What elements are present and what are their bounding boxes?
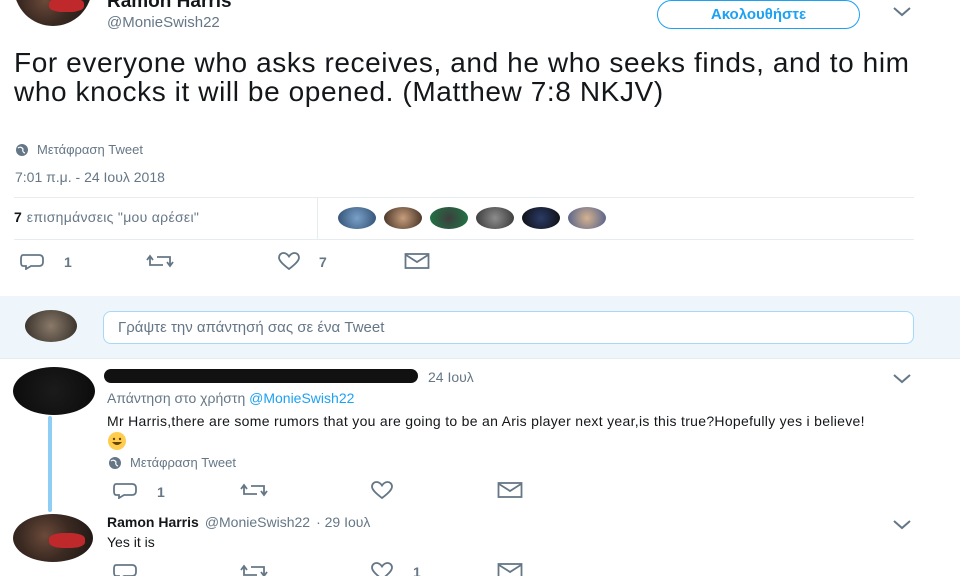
author-handle[interactable]: @MonieSwish22 bbox=[107, 14, 220, 31]
retweet-icon[interactable] bbox=[240, 481, 268, 499]
globe-icon bbox=[108, 456, 122, 470]
current-user-avatar[interactable] bbox=[25, 310, 77, 342]
like-icon[interactable] bbox=[277, 252, 301, 270]
chevron-down-icon[interactable] bbox=[892, 519, 912, 531]
likes-label: επισημάνσεις "μου αρέσει" bbox=[26, 209, 200, 225]
divider bbox=[14, 239, 914, 240]
message-icon[interactable] bbox=[497, 562, 523, 576]
likes-count: 7 bbox=[14, 209, 22, 225]
replying-to-handle[interactable]: @MonieSwish22 bbox=[249, 390, 354, 406]
liker-avatar[interactable] bbox=[568, 207, 606, 229]
divider bbox=[14, 197, 914, 198]
redacted-author-name bbox=[104, 369, 418, 383]
liker-avatar[interactable] bbox=[476, 207, 514, 229]
reply-icon[interactable] bbox=[112, 481, 138, 499]
follow-button-label: Ακολουθήστε bbox=[710, 6, 807, 23]
reply-composer: Γράψτε την απάντησή σας σε ένα Tweet bbox=[0, 296, 960, 358]
translate-tweet-link[interactable]: Μετάφραση Tweet bbox=[108, 455, 236, 470]
reply-author-avatar[interactable] bbox=[13, 367, 95, 415]
replying-to-label: Απάντηση στο χρήστη bbox=[107, 390, 246, 406]
retweet-icon[interactable] bbox=[146, 252, 174, 270]
reply-date[interactable]: · 29 Ιουλ bbox=[316, 514, 370, 530]
reply-icon[interactable] bbox=[112, 562, 138, 576]
liker-avatar[interactable] bbox=[522, 207, 560, 229]
chevron-down-icon[interactable] bbox=[892, 373, 912, 385]
reply-author-avatar[interactable] bbox=[13, 514, 93, 562]
author-name[interactable]: Ramon Harris bbox=[107, 0, 232, 13]
like-count: 1 bbox=[413, 564, 421, 576]
liker-avatar[interactable] bbox=[338, 207, 376, 229]
vertical-divider bbox=[317, 197, 318, 239]
reply-input-placeholder: Γράψτε την απάντησή σας σε ένα Tweet bbox=[118, 319, 385, 336]
message-icon[interactable] bbox=[497, 481, 523, 499]
reply-author-name[interactable]: Ramon Harris bbox=[107, 514, 199, 530]
reply-text-body: Mr Harris,there are some rumors that you… bbox=[107, 413, 865, 429]
retweet-icon[interactable] bbox=[240, 562, 268, 576]
reply-count: 1 bbox=[64, 254, 72, 270]
message-icon[interactable] bbox=[404, 252, 430, 270]
author-avatar[interactable] bbox=[14, 0, 92, 26]
chevron-down-icon[interactable] bbox=[892, 6, 912, 18]
reply-count: 1 bbox=[157, 484, 165, 500]
reply-date[interactable]: 24 Ιουλ bbox=[428, 369, 474, 385]
reply-icon[interactable] bbox=[19, 252, 45, 270]
follow-button[interactable]: Ακολουθήστε bbox=[657, 0, 860, 29]
translate-tweet-label: Μετάφραση Tweet bbox=[37, 142, 143, 157]
smiley-emoji-icon bbox=[107, 431, 127, 451]
like-count: 7 bbox=[319, 254, 327, 270]
likes-summary[interactable]: 7 επισημάνσεις "μου αρέσει" bbox=[14, 209, 199, 225]
like-icon[interactable] bbox=[370, 562, 394, 576]
tweet-text: For everyone who asks receives, and he w… bbox=[14, 47, 910, 107]
translate-tweet-label: Μετάφραση Tweet bbox=[130, 455, 236, 470]
tweet-timestamp[interactable]: 7:01 π.μ. - 24 Ιουλ 2018 bbox=[15, 169, 165, 185]
replying-to: Απάντηση στο χρήστη @MonieSwish22 bbox=[107, 390, 354, 406]
liker-avatar[interactable] bbox=[384, 207, 422, 229]
reply-text: Mr Harris,there are some rumors that you… bbox=[107, 412, 887, 452]
globe-icon bbox=[15, 143, 29, 157]
reply-header: Ramon Harris @MonieSwish22 · 29 Ιουλ bbox=[107, 514, 370, 530]
thread-line bbox=[48, 416, 52, 512]
like-icon[interactable] bbox=[370, 481, 394, 499]
reply-text: Yes it is bbox=[107, 534, 155, 550]
reply-author-handle[interactable]: @MonieSwish22 bbox=[205, 514, 310, 530]
translate-tweet-link[interactable]: Μετάφραση Tweet bbox=[15, 142, 143, 157]
reply-input[interactable]: Γράψτε την απάντησή σας σε ένα Tweet bbox=[103, 311, 914, 344]
divider bbox=[0, 358, 960, 359]
liker-avatar[interactable] bbox=[430, 207, 468, 229]
